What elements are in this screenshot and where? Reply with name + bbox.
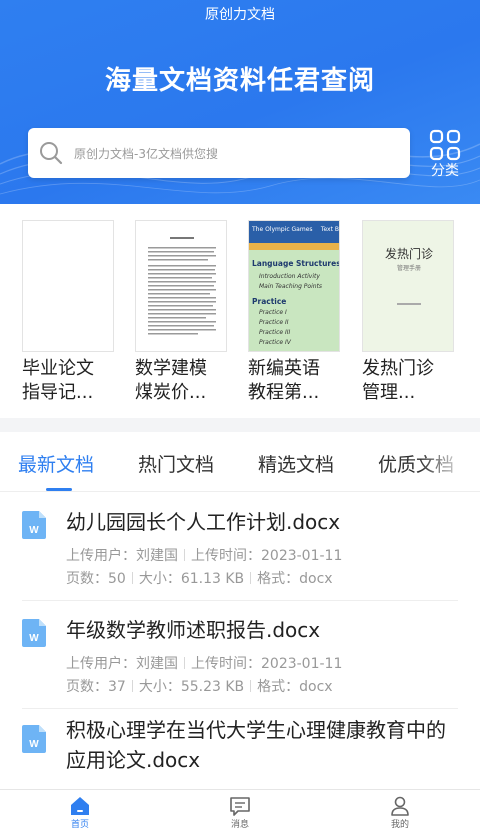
search-placeholder: 原创力文档-3亿文档供您搜 bbox=[74, 147, 218, 161]
nav-profile-label: 我的 bbox=[390, 820, 409, 830]
document-title: 幼儿园园长个人工作计划.docx bbox=[66, 510, 341, 534]
thumb-banner-right: Text B bbox=[320, 226, 339, 233]
thumb-line: Practice II bbox=[259, 319, 289, 326]
message-icon bbox=[230, 797, 250, 816]
document-meta-upload: 上传用户：刘建国 上传时间：2023-01-11 bbox=[66, 656, 343, 672]
thumb-banner: The Olympic Games Text B bbox=[249, 221, 339, 243]
document-meta-upload: 上传用户：刘建国 上传时间：2023-01-11 bbox=[66, 548, 343, 564]
featured-doc-card[interactable]: 发热门诊 管理手册 发热门诊 管理... bbox=[362, 220, 456, 405]
thumb-line: Practice I bbox=[259, 309, 287, 316]
featured-doc-title: 毕业论文 指导记... bbox=[22, 358, 94, 403]
app-title: 原创力文档 bbox=[205, 7, 275, 23]
tab-selected[interactable]: 精选文档 bbox=[258, 450, 334, 477]
thumb-line: Practice III bbox=[259, 329, 291, 336]
thumb-heading: Practice bbox=[252, 297, 287, 306]
bottom-navigation: 首页 消息 我的 bbox=[0, 789, 480, 831]
svg-text:W: W bbox=[29, 633, 39, 644]
word-doc-icon: W bbox=[22, 511, 46, 539]
profile-icon bbox=[391, 796, 409, 816]
document-list-item[interactable]: W 幼儿园园长个人工作计划.docx 上传用户：刘建国 上传时间：2023-01-… bbox=[0, 493, 480, 601]
featured-doc-card[interactable]: 数学建模 煤炭价... bbox=[135, 220, 229, 405]
doc-thumbnail bbox=[22, 220, 114, 352]
thumb-line: Practice IV bbox=[259, 339, 291, 346]
featured-doc-title: 数学建模 煤炭价... bbox=[135, 358, 207, 403]
tab-latest[interactable]: 最新文档 bbox=[18, 450, 94, 477]
header-slogan: 海量文档资料任君查阅 bbox=[104, 66, 375, 96]
document-meta-file: 页数：50 大小：61.13 KB 格式：docx bbox=[66, 571, 333, 587]
text-page-thumbnail bbox=[148, 237, 216, 335]
nav-home-label: 首页 bbox=[70, 820, 89, 830]
featured-documents: 毕业论文 指导记... 数学建模 煤炭价... The Olympic Game… bbox=[0, 204, 480, 418]
thumb-title: 发热门诊 bbox=[384, 247, 433, 261]
tab-active-indicator bbox=[46, 488, 72, 491]
nav-messages-label: 消息 bbox=[230, 820, 249, 830]
document-list-item[interactable]: W 年级数学教师述职报告.docx 上传用户：刘建国 上传时间：2023-01-1… bbox=[0, 601, 480, 709]
document-list-item[interactable]: W 积极心理学在当代大学生心理健康教育中的应用论文.docx bbox=[0, 709, 480, 789]
doc-thumbnail: The Olympic Games Text B Language Struct… bbox=[248, 220, 340, 352]
document-list: W 幼儿园园长个人工作计划.docx 上传用户：刘建国 上传时间：2023-01-… bbox=[0, 493, 480, 789]
featured-doc-title: 新编英语 教程第... bbox=[248, 358, 320, 403]
thumb-heading: Language Structures bbox=[252, 259, 340, 268]
document-tabs: 最新文档 热门文档 精选文档 优质文档 bbox=[0, 432, 480, 492]
category-button[interactable]: 分类 bbox=[424, 128, 466, 184]
grid-icon bbox=[429, 129, 461, 161]
header: 原创力文档 海量文档资料任君查阅 原创力文档-3亿文档供您搜 分类 bbox=[0, 0, 480, 204]
doc-thumbnail bbox=[135, 220, 227, 352]
word-doc-icon: W bbox=[22, 619, 46, 647]
document-title: 积极心理学在当代大学生心理健康教育中的应用论文.docx bbox=[66, 718, 446, 772]
word-doc-icon: W bbox=[22, 725, 46, 753]
nav-home[interactable]: 首页 bbox=[0, 790, 160, 831]
section-separator bbox=[0, 418, 480, 432]
thumb-subtitle: 管理手册 bbox=[396, 265, 421, 272]
document-meta-file: 页数：37 大小：55.23 KB 格式：docx bbox=[66, 679, 333, 695]
tab-popular[interactable]: 热门文档 bbox=[138, 450, 214, 477]
thumb-line: Introduction Activity bbox=[259, 273, 320, 280]
svg-text:W: W bbox=[29, 525, 39, 536]
document-title: 年级数学教师述职报告.docx bbox=[66, 618, 321, 642]
doc-thumbnail: 发热门诊 管理手册 bbox=[362, 220, 454, 352]
category-label: 分类 bbox=[431, 163, 459, 179]
nav-messages[interactable]: 消息 bbox=[160, 790, 320, 831]
thumb-banner-text: The Olympic Games bbox=[252, 226, 313, 233]
thumb-line: Main Teaching Points bbox=[259, 283, 323, 290]
nav-profile[interactable]: 我的 bbox=[320, 790, 480, 831]
featured-doc-card[interactable]: The Olympic Games Text B Language Struct… bbox=[248, 220, 342, 405]
thumb-strip bbox=[249, 243, 339, 250]
featured-doc-card[interactable]: 毕业论文 指导记... bbox=[22, 220, 116, 405]
home-icon bbox=[71, 797, 89, 815]
featured-doc-title: 发热门诊 管理... bbox=[362, 358, 434, 403]
tab-fade bbox=[420, 432, 480, 490]
svg-text:W: W bbox=[29, 739, 39, 750]
search-icon bbox=[40, 142, 63, 165]
search-input[interactable]: 原创力文档-3亿文档供您搜 bbox=[28, 128, 410, 178]
thumb-line bbox=[397, 303, 421, 305]
